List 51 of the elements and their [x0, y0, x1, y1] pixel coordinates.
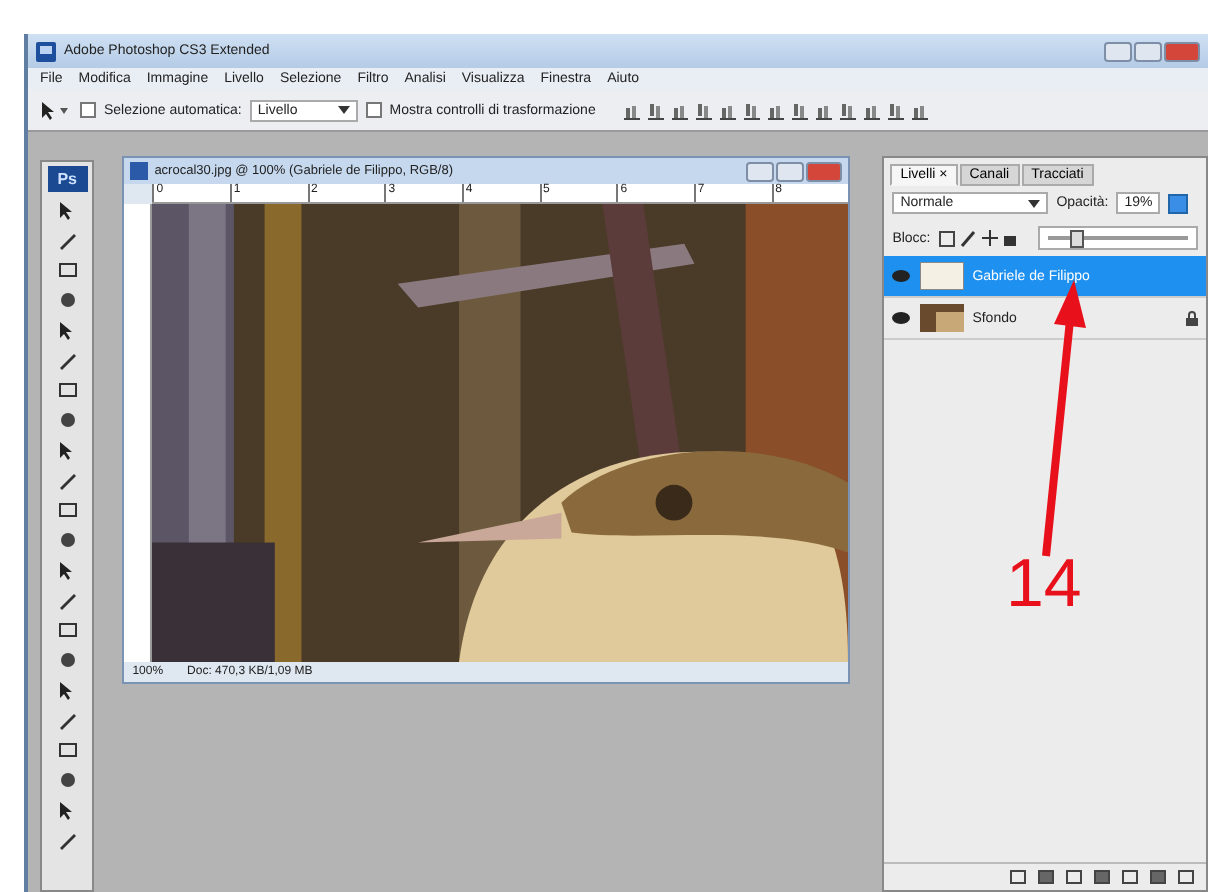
eye-icon[interactable] [892, 312, 911, 324]
annotation-number: 14 [1006, 546, 1082, 624]
layer-thumbnail [920, 304, 965, 332]
maximize-button[interactable] [776, 161, 805, 181]
tool-icon[interactable] [55, 228, 80, 252]
layer-thumbnail [920, 262, 965, 290]
align-icon[interactable] [791, 101, 810, 119]
tool-icon[interactable] [55, 588, 80, 612]
tool-icon[interactable] [55, 468, 80, 492]
opacity-slider-button[interactable] [1168, 193, 1189, 213]
tool-icon[interactable] [55, 618, 80, 642]
tool-icon[interactable] [55, 498, 80, 522]
slider-thumb[interactable] [1070, 230, 1085, 248]
align-icon[interactable] [887, 101, 906, 119]
align-icon[interactable] [911, 101, 930, 119]
align-icon[interactable] [719, 101, 738, 119]
align-icon[interactable] [695, 101, 714, 119]
opacity-slider[interactable] [1038, 226, 1198, 250]
tool-icon[interactable] [55, 258, 80, 282]
app-logo: Ps [47, 166, 88, 192]
close-button[interactable] [1164, 41, 1200, 61]
tool-icon[interactable] [55, 708, 80, 732]
caret-icon [1028, 199, 1041, 207]
caret-icon [337, 106, 350, 114]
app-icon [36, 41, 56, 61]
tool-icon[interactable] [55, 648, 80, 672]
minimize-button[interactable] [746, 161, 775, 181]
tool-icon[interactable] [55, 378, 80, 402]
tool-icon[interactable] [55, 348, 80, 372]
checkbox[interactable] [80, 102, 96, 118]
align-icon[interactable] [767, 101, 786, 119]
align-icon[interactable] [815, 101, 834, 119]
tool-icon[interactable] [55, 408, 80, 432]
move-tool-icon[interactable] [40, 100, 72, 120]
align-icon[interactable] [647, 101, 666, 119]
tool-icon[interactable] [55, 828, 80, 852]
align-icon[interactable] [839, 101, 858, 119]
align-icon[interactable] [671, 101, 690, 119]
document-icon [130, 162, 149, 180]
tool-icon[interactable] [55, 528, 80, 552]
align-icon[interactable] [623, 101, 642, 119]
tool-icon[interactable] [55, 768, 80, 792]
checkbox[interactable] [365, 102, 382, 118]
lock-icons[interactable] [938, 229, 1019, 247]
close-button[interactable] [806, 161, 843, 181]
tool-icon[interactable] [55, 288, 80, 312]
align-icon[interactable] [863, 101, 882, 119]
align-icon[interactable] [743, 101, 762, 119]
minimize-button[interactable] [1104, 41, 1132, 61]
tool-icon[interactable] [55, 738, 80, 762]
maximize-button[interactable] [1134, 41, 1162, 61]
